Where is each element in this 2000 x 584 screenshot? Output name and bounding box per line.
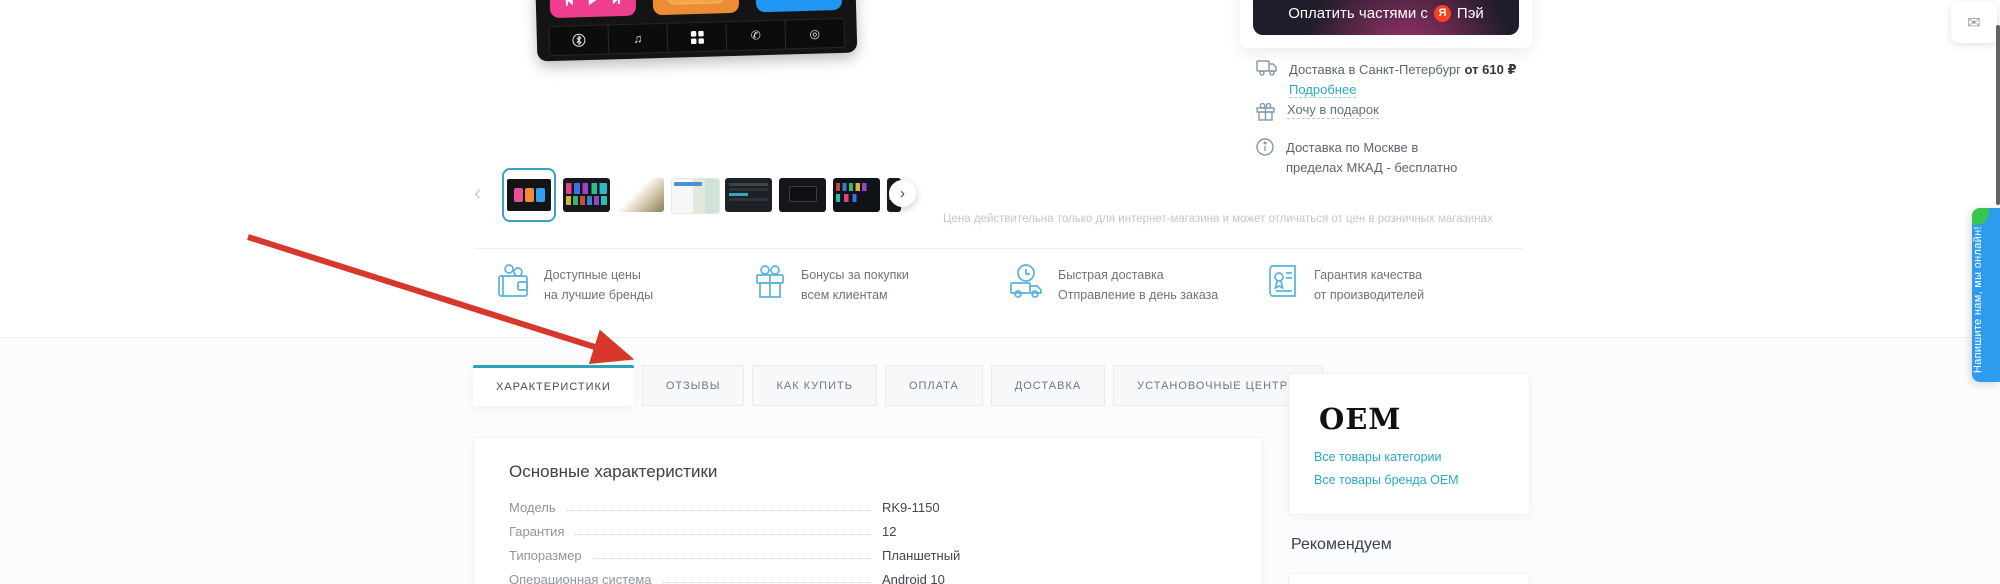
- benefit-line2: от производителей: [1314, 288, 1425, 302]
- apps-grid-icon: [667, 22, 728, 52]
- benefit-prices: Доступные цены на лучшие бренды: [496, 263, 653, 305]
- chat-tab-label: Напишите нам, мы онлайн!: [1972, 226, 1984, 374]
- brand-card: OEM Все товары категории Все товары брен…: [1288, 373, 1530, 515]
- play-icon: [588, 0, 598, 5]
- scrollbar-thumb[interactable]: [1996, 25, 2000, 205]
- delivery-truck-icon: [1256, 60, 1277, 76]
- split-pay-label: Оплатить частями с: [1288, 4, 1428, 22]
- delivery-city-text: Доставка в Санкт-Петербург: [1289, 62, 1461, 77]
- benefit-bonuses: Бонусы за покупки всем клиентам: [753, 263, 909, 305]
- benefit-line1: Быстрая доставка: [1058, 268, 1164, 282]
- truck-icon: [1010, 264, 1042, 298]
- tab-characteristics[interactable]: ХАРАКТЕРИСТИКИ: [473, 365, 634, 406]
- specs-title: Основные характеристики: [509, 462, 718, 481]
- thumbnail-settings-screen[interactable]: [725, 178, 772, 212]
- radio-card: FM: [755, 0, 843, 13]
- delivery-details-link[interactable]: Подробнее: [1289, 82, 1357, 99]
- product-tabs: ХАРАКТЕРИСТИКИ ОТЗЫВЫ КАК КУПИТЬ ОПЛАТА …: [473, 365, 1323, 406]
- brand-logo: OEM: [1319, 402, 1402, 436]
- phone-icon: ✆: [726, 20, 787, 51]
- certificate-icon: [1269, 265, 1296, 297]
- yandex-pay-icon: Я: [1433, 4, 1451, 22]
- dotted-leader: [565, 500, 872, 511]
- spec-row-model: Модель RK9-1150: [509, 500, 940, 515]
- dotted-leader: [661, 572, 872, 583]
- moscow-delivery-row: Доставка по Москве в пределах МКАД - бес…: [1256, 138, 1486, 177]
- next-track-icon: [612, 0, 620, 4]
- carousel-next-button[interactable]: ›: [889, 180, 916, 207]
- friday-label: Пятница: [666, 0, 725, 5]
- device-dock-bar: ♫ ✆ ◎: [548, 17, 846, 57]
- thumbnail-main-screen[interactable]: [502, 168, 556, 222]
- benefit-line1: Доступные цены: [544, 268, 641, 282]
- purchase-card: Оплатить частями с Я Пэй: [1240, 0, 1532, 48]
- product-main-image[interactable]: Пятница FM ♫ ✆ ◎: [534, 0, 858, 62]
- benefit-line2: на лучшие бренды: [544, 288, 654, 302]
- recommend-heading: Рекомендуем: [1291, 536, 1392, 553]
- gift-link[interactable]: Хочу в подарок: [1287, 102, 1379, 119]
- media-player-card: [549, 0, 637, 19]
- info-icon: [1256, 138, 1274, 156]
- thumbnail-device-photo[interactable]: [617, 178, 664, 212]
- spec-row-os: Операционная система Android 10: [509, 572, 945, 584]
- envelope-icon: ✉: [1967, 14, 1981, 32]
- category-products-link[interactable]: Все товары категории: [1314, 450, 1442, 464]
- prev-track-icon: [565, 0, 573, 6]
- recommend-card-partial: [1288, 573, 1530, 584]
- gift-small-icon: [1256, 103, 1275, 121]
- split-pay-suffix: Пэй: [1456, 4, 1484, 22]
- delivery-city-row: Доставка в Санкт-Петербург от 610 ₽ Подр…: [1256, 60, 1526, 99]
- dotted-leader: [591, 548, 872, 559]
- thumbnail-color-tiles-screen[interactable]: [563, 178, 610, 212]
- thumbnail-map-screen[interactable]: [671, 178, 720, 214]
- tab-delivery[interactable]: ДОСТАВКА: [990, 365, 1106, 406]
- bluetooth-icon: [549, 25, 610, 56]
- delivery-price: от 610 ₽: [1464, 62, 1517, 77]
- mail-widget-button[interactable]: ✉: [1951, 2, 1997, 43]
- benefit-quality: Гарантия качества от производителей: [1268, 263, 1424, 305]
- price-disclaimer: Цена действительна только для интернет-м…: [943, 213, 1493, 225]
- dotted-leader: [574, 524, 872, 535]
- tab-how-to-buy[interactable]: КАК КУПИТЬ: [752, 365, 877, 406]
- gift-row: Хочу в подарок: [1256, 102, 1526, 121]
- benefit-delivery: Быстрая доставка Отправление в день зака…: [1008, 263, 1218, 305]
- tab-reviews[interactable]: ОТЗЫВЫ: [641, 365, 745, 406]
- music-icon: ♫: [608, 23, 669, 54]
- spec-row-formfactor: Типоразмер Планшетный: [509, 548, 961, 563]
- benefit-line2: всем клиентам: [801, 288, 888, 302]
- thumbnail-icons-panel[interactable]: [833, 178, 880, 212]
- tab-payment[interactable]: ОПЛАТА: [884, 365, 983, 406]
- wallet-icon: [498, 264, 528, 297]
- split-pay-button[interactable]: Оплатить частями с Я Пэй: [1253, 0, 1519, 35]
- benefit-line2: Отправление в день заказа: [1058, 288, 1219, 302]
- gift-icon: [756, 265, 784, 298]
- brand-products-link[interactable]: Все товары бренда OEM: [1314, 473, 1459, 487]
- carousel-prev-button[interactable]: ‹: [474, 182, 481, 204]
- day-widget-card: Пятница: [652, 0, 740, 16]
- benefit-line1: Бонусы за покупки: [801, 268, 909, 282]
- device-screen-cards: Пятница FM: [549, 0, 843, 19]
- thumbnail-carousel: ‹ ›: [472, 168, 922, 224]
- settings-icon: ◎: [809, 26, 821, 41]
- thumbnail-image: [507, 179, 551, 211]
- chat-widget-tab[interactable]: Напишите нам, мы онлайн!: [1972, 208, 2000, 382]
- section-divider: [475, 248, 1523, 249]
- specs-card: Основные характеристики Модель RK9-1150 …: [473, 437, 1263, 584]
- spec-row-warranty: Гарантия 12: [509, 524, 897, 539]
- benefit-line1: Гарантия качества: [1314, 268, 1423, 282]
- moscow-delivery-text: Доставка по Москве в пределах МКАД - бес…: [1286, 140, 1458, 175]
- thumbnail-rear-panel[interactable]: [779, 178, 826, 212]
